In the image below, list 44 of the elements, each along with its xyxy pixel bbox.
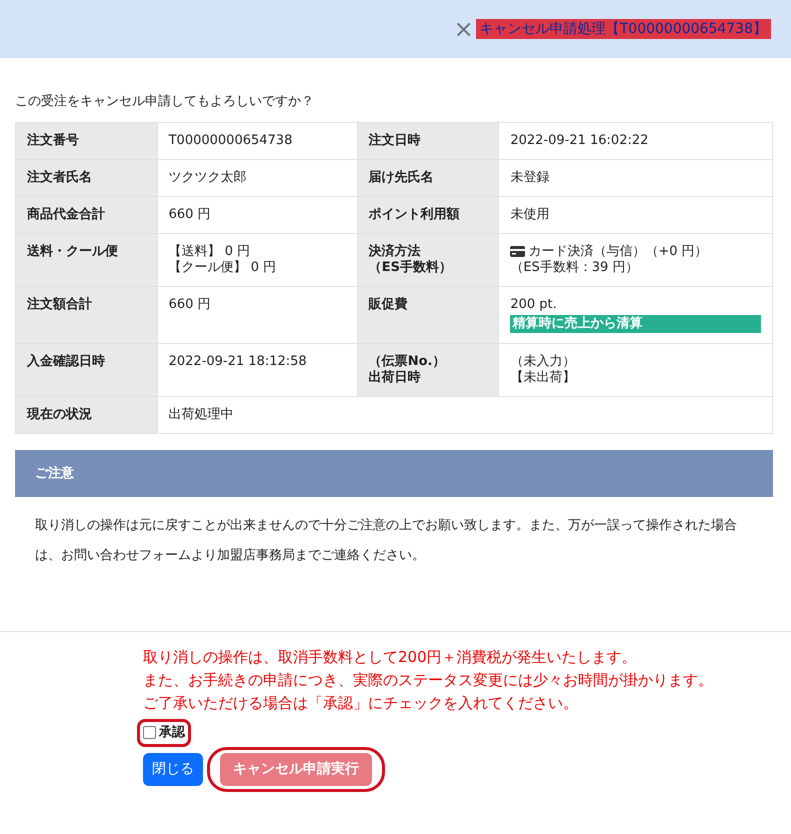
confirm-question: この受注をキャンセル申請してもよろしいですか？ (15, 94, 314, 109)
field-label: 商品代金合計 (27, 206, 105, 222)
field-label: 出荷日時 (368, 370, 421, 386)
approve-checkbox[interactable] (143, 726, 156, 740)
field-value: 未使用 (510, 206, 550, 222)
notice-text: 取り消しの操作は元に戻すことが出来ませんので十分ご注意の上でお願い致します。また、万が一誤って操作された場合は、お問い合わせフォームより加盟店事務局までご連絡ください。 (35, 518, 737, 563)
credit-card-icon (510, 246, 526, 257)
checkbox-label: 承認 (159, 724, 185, 742)
field-label: 販促費 (368, 296, 408, 312)
warning-text: ご了承いただける場合は「承認」にチェックを入れてください。 (143, 693, 579, 714)
field-label: 注文額合計 (27, 296, 92, 312)
field-value: （ES手数料：39 円） (510, 260, 638, 276)
field-value: 【未出荷】 (510, 370, 576, 386)
field-label: 届け先氏名 (368, 170, 434, 186)
field-label: 注文番号 (27, 132, 79, 148)
field-value: 200 pt. (510, 296, 557, 312)
field-value: 660 円 (168, 296, 211, 312)
field-value: 660 円 (168, 206, 211, 222)
field-label: 送料・クール便 (27, 244, 118, 260)
field-value: （未入力） (510, 354, 576, 370)
field-value: 未登録 (510, 170, 550, 186)
field-value: カード決済（与信）（+0 円） (528, 244, 708, 260)
field-label: ポイント利用額 (368, 206, 460, 222)
field-label: 現在の状況 (27, 406, 92, 422)
field-label: 注文者氏名 (27, 170, 92, 186)
field-value: 2022-09-21 18:12:58 (168, 354, 307, 370)
field-value: T00000000654738 (168, 132, 292, 148)
field-value: 【送料】 0 円 (168, 244, 250, 260)
field-label: 注文日時 (368, 132, 421, 148)
close-button[interactable]: × (452, 19, 476, 39)
field-value: 【クール便】 0 円 (168, 260, 276, 276)
field-value: ツクツク太郎 (168, 170, 247, 186)
close-button[interactable]: 閉じる (143, 752, 203, 786)
field-label: 入金確認日時 (27, 354, 105, 370)
field-label: （伝票No.） (368, 354, 446, 370)
notice-heading: ご注意 (35, 466, 74, 480)
field-label: （ES手数料） (368, 260, 452, 276)
warning-text: また、お手続きの申請につき、実際のステータス変更には少々お時間が掛かります。 (143, 670, 714, 691)
warning-text: 取り消しの操作は、取消手数料として200円＋消費税が発生いたします。 (143, 647, 638, 668)
field-label: 決済方法 (368, 244, 421, 260)
settlement-tag: 精算時に売上から清算 (510, 314, 761, 332)
field-value: 出荷処理中 (168, 406, 234, 422)
field-value: 2022-09-21 16:02:22 (510, 132, 648, 148)
dialog-title: キャンセル申請処理【T00000000654738】 (476, 19, 771, 39)
